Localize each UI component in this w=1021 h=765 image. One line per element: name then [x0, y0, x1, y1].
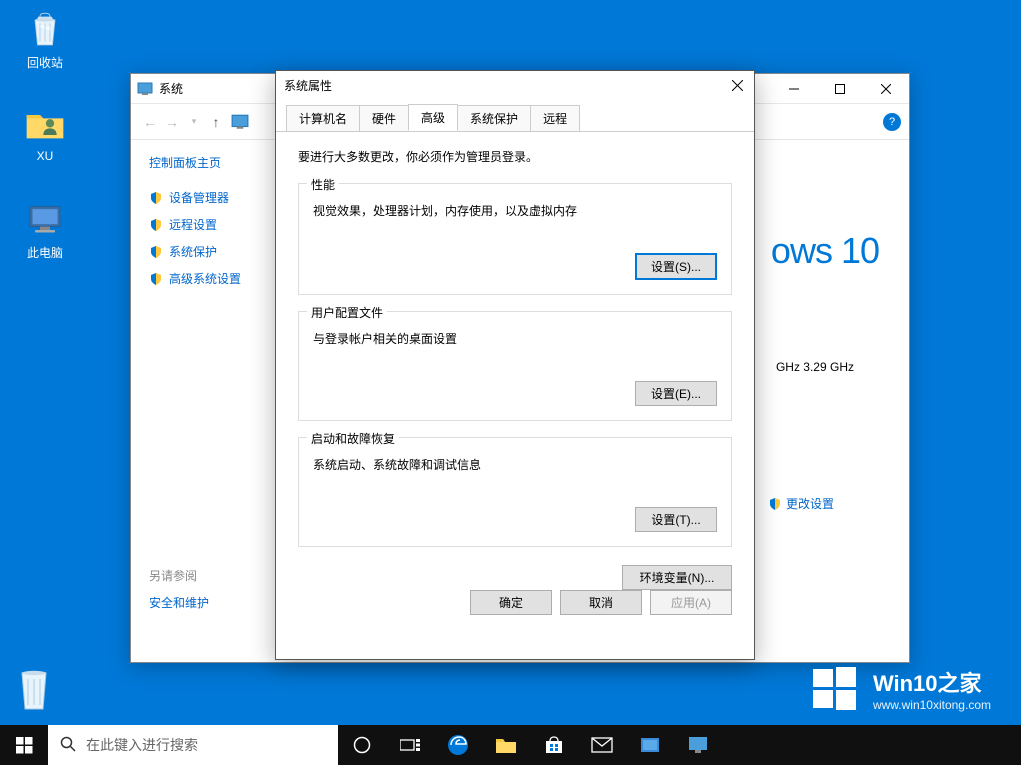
change-settings-link[interactable]: 更改设置 [768, 495, 834, 512]
shield-icon [149, 218, 163, 232]
performance-settings-button[interactable]: 设置(S)... [635, 253, 717, 280]
shield-icon [768, 497, 782, 511]
tab-computer-name[interactable]: 计算机名 [286, 105, 360, 132]
start-button[interactable] [0, 725, 48, 765]
sidebar-advanced-settings[interactable]: 高级系统设置 [149, 270, 255, 287]
taskbar-store-icon[interactable] [530, 725, 578, 765]
fieldset-desc: 视觉效果，处理器计划，内存使用，以及虚拟内存 [313, 202, 717, 219]
sidebar-item-label: 系统保护 [169, 243, 217, 260]
nav-forward-button[interactable]: → [161, 111, 183, 133]
apply-button[interactable]: 应用(A) [650, 590, 732, 615]
folder-icon [25, 105, 65, 145]
taskbar-taskview-button[interactable] [386, 725, 434, 765]
watermark-title: Win10之家 [873, 666, 991, 698]
sidebar-device-manager[interactable]: 设备管理器 [149, 189, 255, 206]
startup-settings-button[interactable]: 设置(T)... [635, 507, 717, 532]
taskbar-explorer-icon[interactable] [482, 725, 530, 765]
change-settings-label: 更改设置 [786, 495, 834, 512]
userprofile-settings-button[interactable]: 设置(E)... [635, 381, 717, 406]
trash-corner-icon[interactable] [10, 659, 58, 715]
dialog-instruction: 要进行大多数更改，你必须作为管理员登录。 [298, 148, 732, 165]
help-button[interactable]: ? [883, 113, 901, 131]
dialog-tabs: 计算机名 硬件 高级 系统保护 远程 [276, 103, 754, 131]
sidebar-item-label: 高级系统设置 [169, 270, 241, 287]
taskbar-edge-icon[interactable] [434, 725, 482, 765]
desktop-icon-this-pc[interactable]: 此电脑 [10, 200, 80, 261]
environment-variables-button[interactable]: 环境变量(N)... [622, 565, 732, 590]
sidebar-also-see: 另请参阅 [149, 567, 255, 584]
watermark-logo-icon [809, 663, 861, 715]
search-placeholder: 在此键入进行搜索 [86, 735, 198, 755]
dialog-close-button[interactable] [728, 76, 746, 94]
fieldset-desc: 与登录帐户相关的桌面设置 [313, 330, 717, 347]
watermark-url: www.win10xitong.com [873, 698, 991, 712]
ok-button[interactable]: 确定 [470, 590, 552, 615]
taskbar-mail-icon[interactable] [578, 725, 626, 765]
shield-icon [149, 272, 163, 286]
fieldset-performance: 性能 视觉效果，处理器计划，内存使用，以及虚拟内存 设置(S)... [298, 183, 732, 295]
desktop-icon-recycle-bin[interactable]: 回收站 [10, 10, 80, 71]
taskbar: 在此键入进行搜索 [0, 725, 1021, 765]
cancel-button[interactable]: 取消 [560, 590, 642, 615]
cpu-ghz-text: GHz 3.29 GHz [776, 360, 854, 374]
desktop-icon-label: 回收站 [10, 54, 80, 71]
search-icon [60, 736, 76, 755]
address-bar-icon [231, 113, 249, 131]
maximize-button[interactable] [817, 74, 863, 104]
dialog-content: 要进行大多数更改，你必须作为管理员登录。 性能 视觉效果，处理器计划，内存使用，… [276, 131, 754, 629]
nav-back-button[interactable]: ← [139, 111, 161, 133]
fieldset-legend: 启动和故障恢复 [307, 430, 399, 447]
taskbar-system-icon[interactable] [674, 725, 722, 765]
sidebar-item-label: 设备管理器 [169, 189, 229, 206]
desktop-icon-user-folder[interactable]: XU [10, 105, 80, 163]
dialog-title: 系统属性 [284, 77, 728, 94]
minimize-button[interactable] [771, 74, 817, 104]
sidebar-system-protection[interactable]: 系统保护 [149, 243, 255, 260]
sidebar-remote-settings[interactable]: 远程设置 [149, 216, 255, 233]
watermark: Win10之家 www.win10xitong.com [809, 663, 991, 715]
system-window-icon [137, 81, 153, 97]
nav-recent-button[interactable]: ▾ [183, 111, 205, 133]
shield-icon [149, 245, 163, 259]
desktop-icon-label: XU [10, 149, 80, 163]
recycle-bin-icon [25, 10, 65, 50]
desktop-icon-label: 此电脑 [10, 244, 80, 261]
fieldset-userprofile: 用户配置文件 与登录帐户相关的桌面设置 设置(E)... [298, 311, 732, 421]
sidebar-security-maintenance[interactable]: 安全和维护 [149, 594, 255, 611]
tab-hardware[interactable]: 硬件 [359, 105, 409, 132]
taskbar-control-panel-icon[interactable] [626, 725, 674, 765]
dialog-footer: 确定 取消 应用(A) [470, 590, 732, 615]
system-properties-dialog: 系统属性 计算机名 硬件 高级 系统保护 远程 要进行大多数更改，你必须作为管理… [275, 70, 755, 660]
fieldset-desc: 系统启动、系统故障和调试信息 [313, 456, 717, 473]
this-pc-icon [25, 200, 65, 240]
shield-icon [149, 191, 163, 205]
fieldset-legend: 用户配置文件 [307, 304, 387, 321]
sidebar-home-link[interactable]: 控制面板主页 [149, 154, 255, 171]
nav-up-button[interactable]: ↑ [205, 111, 227, 133]
fieldset-legend: 性能 [307, 176, 339, 193]
sidebar-item-label: 远程设置 [169, 216, 217, 233]
taskbar-search-box[interactable]: 在此键入进行搜索 [48, 725, 338, 765]
system-window-sidebar: 控制面板主页 设备管理器 远程设置 系统保护 高级系统设置 另请参阅 安全和维护 [131, 140, 273, 662]
close-button[interactable] [863, 74, 909, 104]
dialog-titlebar[interactable]: 系统属性 [276, 71, 754, 99]
tab-system-protection[interactable]: 系统保护 [457, 105, 531, 132]
tab-remote[interactable]: 远程 [530, 105, 580, 132]
tab-advanced[interactable]: 高级 [408, 104, 458, 131]
taskbar-cortana-button[interactable] [338, 725, 386, 765]
fieldset-startup: 启动和故障恢复 系统启动、系统故障和调试信息 设置(T)... [298, 437, 732, 547]
windows10-logo-text: ows 10 [771, 230, 879, 272]
